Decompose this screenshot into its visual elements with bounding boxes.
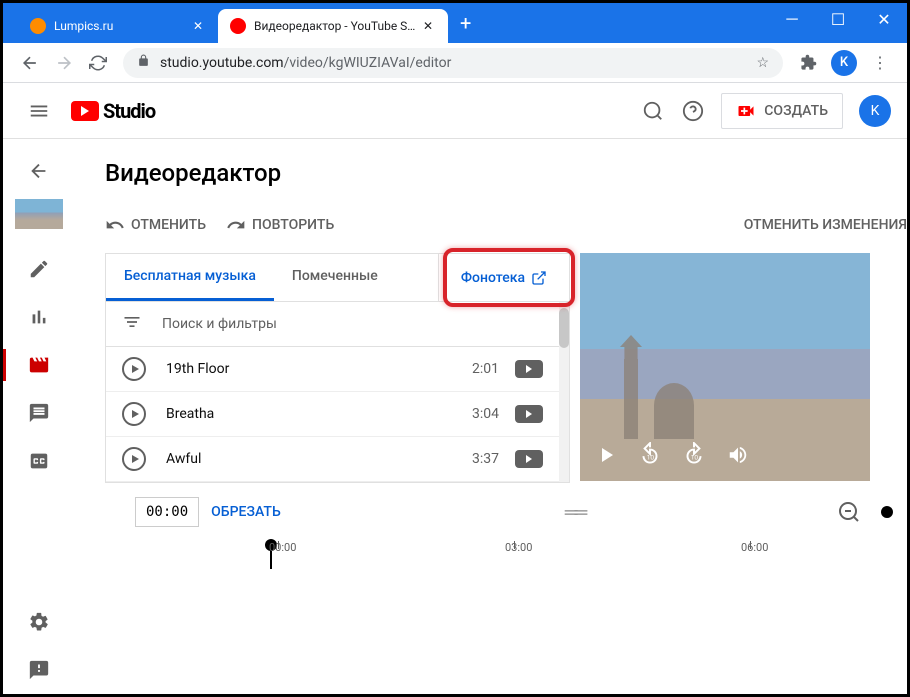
video-preview[interactable]: 10 10 <box>580 253 870 481</box>
maximize-button[interactable]: ☐ <box>815 3 861 35</box>
youtube-badge-icon <box>515 360 543 378</box>
ruler-mark: 06:00 <box>741 541 768 554</box>
ruler-mark: 03:00 <box>505 541 532 554</box>
minimize-button[interactable]: ─ <box>769 3 815 35</box>
play-icon[interactable] <box>122 402 146 426</box>
close-icon[interactable]: ✕ <box>190 18 206 34</box>
sidebar-back-button[interactable] <box>19 151 59 191</box>
more-icon[interactable]: ⋮ <box>863 46 897 80</box>
new-tab-button[interactable]: + <box>448 11 483 35</box>
back-button[interactable] <box>13 46 47 80</box>
page-title: Видеоредактор <box>105 159 907 187</box>
forward-button[interactable] <box>47 46 81 80</box>
youtube-studio-logo[interactable]: Studio <box>71 99 155 123</box>
sidebar-item-analytics[interactable] <box>3 293 75 341</box>
address-bar[interactable]: studio.youtube.com /video/kgWIUZIAVaI/ed… <box>123 48 783 78</box>
menu-button[interactable] <box>19 91 59 131</box>
bookmark-icon[interactable]: ☆ <box>756 55 769 71</box>
favicon <box>230 18 246 34</box>
video-thumbnail[interactable] <box>15 199 63 229</box>
track-duration: 3:37 <box>472 451 499 467</box>
preview-forward-button[interactable]: 10 <box>678 439 710 471</box>
preview-play-button[interactable] <box>590 439 622 471</box>
create-button[interactable]: СОЗДАТЬ <box>721 93 843 129</box>
filter-icon <box>122 312 142 336</box>
tab-free-music[interactable]: Бесплатная музыка <box>106 254 274 301</box>
search-button[interactable] <box>633 91 673 131</box>
tab-title: Видеоредактор - YouTube Studio <box>254 19 416 33</box>
sidebar-item-comments[interactable] <box>3 389 75 437</box>
tab-title: Lumpics.ru <box>54 19 186 33</box>
timecode-input[interactable]: 00:00 <box>135 497 199 527</box>
scrollbar[interactable] <box>559 302 569 482</box>
track-row[interactable]: Awful 3:37 <box>106 437 559 482</box>
track-row[interactable]: Breatha 3:04 <box>106 392 559 437</box>
profile-button[interactable]: K <box>831 50 857 76</box>
drag-handle[interactable]: ══ <box>565 502 585 523</box>
url-path: /video/kgWIUZIAVaI/editor <box>284 55 452 71</box>
lock-icon <box>137 54 150 71</box>
track-duration: 2:01 <box>472 361 499 377</box>
play-icon[interactable] <box>122 357 146 381</box>
extensions-button[interactable] <box>791 46 825 80</box>
url-domain: studio.youtube.com <box>160 55 284 71</box>
sidebar-item-editor[interactable] <box>3 341 75 389</box>
search-filter-input[interactable]: Поиск и фильтры <box>106 302 559 347</box>
discard-changes-button[interactable]: ОТМЕНИТЬ ИЗМЕНЕНИЯ <box>744 217 907 233</box>
tab-audio-library-link[interactable]: Фонотека <box>438 254 569 301</box>
sidebar-item-settings[interactable] <box>3 598 75 646</box>
trim-button[interactable]: ОБРЕЗАТЬ <box>211 504 281 520</box>
favicon <box>30 18 46 34</box>
track-duration: 3:04 <box>472 406 499 422</box>
user-avatar[interactable]: K <box>859 95 891 127</box>
zoom-out-button[interactable] <box>837 500 861 524</box>
close-window-button[interactable]: ✕ <box>861 3 907 35</box>
ruler-mark: 00:00 <box>269 541 296 554</box>
sidebar-item-details[interactable] <box>3 245 75 293</box>
external-link-icon <box>531 270 547 286</box>
preview-rewind-button[interactable]: 10 <box>634 439 666 471</box>
svg-text:10: 10 <box>647 453 655 461</box>
close-icon[interactable]: ✕ <box>420 18 436 34</box>
reload-button[interactable] <box>81 46 115 80</box>
zoom-slider-handle[interactable] <box>881 506 893 518</box>
play-icon[interactable] <box>122 447 146 471</box>
svg-text:10: 10 <box>691 453 699 461</box>
browser-tab-1[interactable]: Lumpics.ru ✕ <box>18 9 218 43</box>
help-button[interactable] <box>673 91 713 131</box>
undo-button[interactable]: ОТМЕНИТЬ <box>105 215 206 235</box>
youtube-icon <box>71 101 99 121</box>
youtube-badge-icon <box>515 450 543 468</box>
redo-button[interactable]: ПОВТОРИТЬ <box>226 215 334 235</box>
preview-volume-button[interactable] <box>722 439 754 471</box>
track-row[interactable]: 19th Floor 2:01 <box>106 347 559 392</box>
sidebar-item-feedback[interactable] <box>3 646 75 694</box>
timeline-ruler[interactable]: 00:00 03:00 06:00 <box>135 541 907 569</box>
track-name: Awful <box>166 451 472 467</box>
tab-marked[interactable]: Помеченные <box>274 254 396 301</box>
track-name: 19th Floor <box>166 361 472 377</box>
track-name: Breatha <box>166 406 472 422</box>
youtube-badge-icon <box>515 405 543 423</box>
sidebar-item-subtitles[interactable] <box>3 437 75 485</box>
browser-tab-2[interactable]: Видеоредактор - YouTube Studio ✕ <box>218 9 448 43</box>
